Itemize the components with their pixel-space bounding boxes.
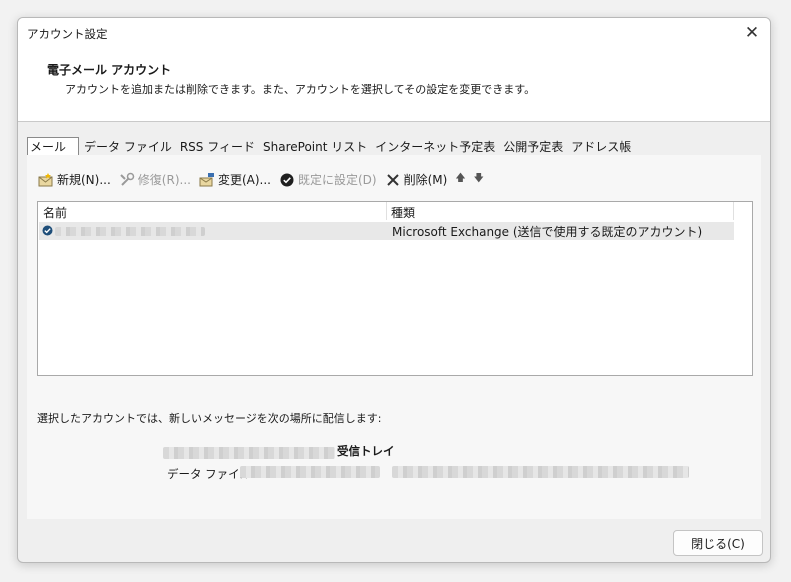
- change-label: 変更(A)...: [217, 173, 271, 187]
- new-account-button[interactable]: 新規(N)...: [38, 171, 111, 188]
- close-dialog-button[interactable]: 閉じる(C): [673, 530, 763, 556]
- account-list[interactable]: 名前 種類 Microsoft Exchange (送信で使用する既定のアカウン…: [37, 201, 753, 376]
- header-title: 電子メール アカウント: [47, 63, 172, 77]
- tab-data-files[interactable]: データ ファイル: [81, 137, 175, 157]
- account-settings-dialog: アカウント設定 ✕ 電子メール アカウント アカウントを追加または削除できます。…: [17, 17, 771, 563]
- repair-icon: [119, 172, 135, 188]
- change-button[interactable]: 変更(A)...: [199, 171, 271, 188]
- arrow-down-icon[interactable]: 🡇: [474, 171, 484, 188]
- account-row[interactable]: Microsoft Exchange (送信で使用する既定のアカウント): [39, 222, 734, 240]
- new-account-icon: [38, 172, 54, 188]
- repair-button[interactable]: 修復(R)...: [119, 171, 191, 188]
- mailbox-name-redacted: [163, 447, 335, 459]
- tab-sharepoint-lists[interactable]: SharePoint リスト: [260, 137, 370, 157]
- close-window-button[interactable]: ✕: [734, 18, 770, 48]
- new-account-label: 新規(N)...: [57, 173, 111, 187]
- window-title: アカウント設定: [27, 27, 108, 41]
- account-name-redacted: [55, 227, 205, 236]
- delete-x-icon: [385, 172, 401, 188]
- tab-mail[interactable]: メール: [27, 137, 80, 157]
- set-default-label: 既定に設定(D): [297, 173, 377, 187]
- header-description: アカウントを追加または削除できます。また、アカウントを選択してその設定を変更でき…: [65, 83, 536, 96]
- tab-address-books[interactable]: アドレス帳: [568, 137, 634, 157]
- column-divider[interactable]: [733, 202, 734, 220]
- tab-internet-calendars[interactable]: インターネット予定表: [372, 137, 498, 157]
- delete-button[interactable]: 削除(M): [385, 171, 448, 188]
- account-type: Microsoft Exchange (送信で使用する既定のアカウント): [392, 225, 703, 239]
- change-icon: [199, 172, 215, 188]
- data-file-path-redacted: [392, 466, 689, 478]
- default-check-icon: [42, 225, 53, 239]
- tab-strip: メール データ ファイル RSS フィード SharePoint リスト インタ…: [27, 137, 636, 157]
- repair-label: 修復(R)...: [137, 173, 191, 187]
- arrow-up-icon[interactable]: 🡅: [455, 171, 465, 188]
- close-icon: ✕: [744, 23, 760, 43]
- mail-tab-panel: 新規(N)... 修復(R)... 変更(A)... 既定に設定(D) 削除(M…: [27, 155, 761, 519]
- data-file-path-redacted: [240, 466, 380, 478]
- column-header-type[interactable]: 種類: [391, 204, 415, 220]
- check-circle-icon: [279, 172, 295, 188]
- delete-label: 削除(M): [403, 173, 448, 187]
- delivery-folder: 受信トレイ: [337, 444, 395, 458]
- column-header-name[interactable]: 名前: [43, 204, 67, 220]
- tab-published-calendars[interactable]: 公開予定表: [500, 137, 566, 157]
- dialog-header: 電子メール アカウント アカウントを追加または削除できます。また、アカウントを選…: [18, 48, 770, 122]
- tab-rss-feeds[interactable]: RSS フィード: [177, 137, 258, 157]
- set-default-button[interactable]: 既定に設定(D): [279, 171, 377, 188]
- column-divider[interactable]: [386, 202, 387, 220]
- account-toolbar: 新規(N)... 修復(R)... 変更(A)... 既定に設定(D) 削除(M…: [38, 171, 492, 188]
- title-bar: アカウント設定 ✕: [18, 18, 770, 48]
- delivery-description: 選択したアカウントでは、新しいメッセージを次の場所に配信します:: [37, 412, 382, 425]
